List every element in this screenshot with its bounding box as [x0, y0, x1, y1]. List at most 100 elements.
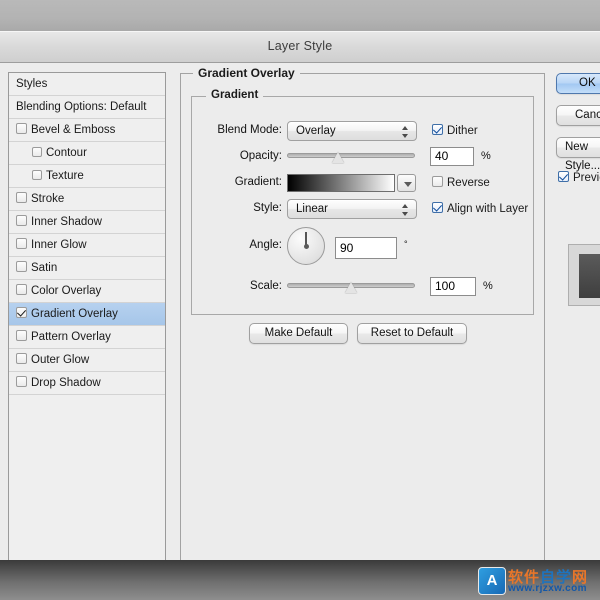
opacity-unit: %: [481, 150, 491, 162]
effect-enable-check-icon[interactable]: [16, 238, 27, 250]
sidebar-item-label: Inner Glow: [31, 239, 87, 251]
align-with-layer-check-icon: [432, 202, 443, 213]
style-preview-thumbnail: [568, 244, 600, 306]
screen: Layer Style Styles Blending Options: Def…: [0, 0, 600, 600]
align-with-layer-label: Align with Layer: [447, 203, 529, 215]
styles-list-filler: [9, 395, 165, 405]
styles-header: Styles: [9, 73, 165, 96]
effect-enable-check-icon[interactable]: [32, 147, 42, 158]
preview-label: Preview: [573, 172, 600, 184]
reverse-checkbox[interactable]: Reverse: [432, 176, 490, 189]
angle-input[interactable]: 90: [335, 237, 397, 259]
gradient-label: Gradient:: [234, 176, 282, 188]
sidebar-item-label: Color Overlay: [31, 285, 102, 297]
effect-enable-check-icon[interactable]: [16, 353, 27, 365]
reset-to-default-button[interactable]: Reset to Default: [357, 323, 467, 344]
opacity-label: Opacity:: [239, 150, 282, 162]
sidebar-item-texture[interactable]: Texture: [9, 165, 165, 188]
gradient-preset-dropdown[interactable]: [397, 174, 416, 192]
ok-button[interactable]: OK: [556, 73, 600, 94]
cancel-button[interactable]: Cancel: [556, 105, 600, 126]
angle-unit: °: [404, 239, 408, 249]
dialog-titlebar[interactable]: Layer Style: [0, 32, 600, 63]
effect-enable-check-icon[interactable]: [16, 376, 27, 388]
watermark-url: www.rjzxw.com: [508, 583, 587, 594]
blend-mode-select[interactable]: Overlay: [287, 121, 417, 141]
styles-list-panel: Styles Blending Options: Default Bevel &…: [8, 72, 166, 580]
dither-checkbox[interactable]: Dither: [432, 124, 478, 137]
gradient-overlay-group: Gradient Overlay Gradient Blend Mode: Ov…: [180, 66, 545, 580]
new-style-button[interactable]: New Style...: [556, 137, 600, 172]
dither-check-icon: [432, 124, 443, 135]
scale-slider[interactable]: [287, 279, 415, 293]
preview-checkbox[interactable]: Preview: [558, 171, 600, 184]
opacity-slider[interactable]: [287, 149, 415, 163]
angle-row: Angle: 90 °: [192, 225, 535, 269]
effect-enable-check-icon[interactable]: [16, 123, 27, 135]
updown-arrows-icon: [402, 126, 409, 138]
desktop-top-strip: [0, 0, 600, 32]
style-row: Style: Linear Align with Layer: [192, 199, 535, 221]
opacity-slider-track: [287, 153, 415, 158]
watermark: A 软件自学网 www.rjzxw.com: [478, 566, 594, 596]
sidebar-item-blending-options[interactable]: Blending Options: Default: [9, 96, 165, 119]
effect-enable-check-icon[interactable]: [16, 307, 27, 319]
angle-dial[interactable]: [287, 227, 325, 265]
blend-mode-value: Overlay: [296, 125, 336, 137]
scale-input[interactable]: 100: [430, 277, 476, 296]
sidebar-item-label: Gradient Overlay: [31, 308, 118, 320]
angle-dial-hub: [303, 243, 309, 249]
sidebar-item-inner-shadow[interactable]: Inner Shadow: [9, 211, 165, 234]
sidebar-item-pattern-overlay[interactable]: Pattern Overlay: [9, 326, 165, 349]
scale-row: Scale: 100 %: [192, 277, 535, 299]
gradient-subgroup-title: Gradient: [206, 89, 264, 101]
sidebar-item-label: Satin: [31, 262, 58, 274]
sidebar-item-gradient-overlay[interactable]: Gradient Overlay: [9, 303, 165, 326]
opacity-slider-thumb[interactable]: [332, 152, 345, 163]
gradient-style-value: Linear: [296, 203, 328, 215]
sidebar-item-label: Stroke: [31, 193, 65, 205]
reverse-label: Reverse: [447, 177, 490, 189]
style-preview-swatch: [579, 254, 600, 298]
sidebar-item-label: Bevel & Emboss: [31, 124, 116, 136]
sidebar-item-label: Outer Glow: [31, 354, 90, 366]
scale-label: Scale:: [250, 280, 282, 292]
updown-arrows-icon: [402, 204, 409, 216]
reverse-check-icon: [432, 176, 443, 187]
gradient-swatch[interactable]: [287, 174, 395, 192]
gradient-subgroup: Gradient Blend Mode: Overlay Dither Opac…: [191, 89, 535, 315]
sidebar-item-outer-glow[interactable]: Outer Glow: [9, 349, 165, 372]
make-default-button[interactable]: Make Default: [249, 323, 348, 344]
sidebar-item-label: Texture: [46, 170, 84, 182]
sidebar-item-color-overlay[interactable]: Color Overlay: [9, 280, 165, 303]
blend-mode-row: Blend Mode: Overlay Dither: [192, 121, 535, 143]
effect-enable-check-icon[interactable]: [16, 330, 27, 342]
effect-enable-check-icon[interactable]: [16, 192, 27, 204]
sidebar-item-satin[interactable]: Satin: [9, 257, 165, 280]
gradient-overlay-title: Gradient Overlay: [193, 66, 300, 80]
sidebar-item-drop-shadow[interactable]: Drop Shadow: [9, 372, 165, 395]
angle-label: Angle:: [249, 239, 282, 251]
dialog-title: Layer Style: [267, 39, 333, 53]
opacity-input[interactable]: 40: [430, 147, 474, 166]
blending-options-label: Blending Options: Default: [16, 101, 147, 113]
style-label: Style:: [253, 202, 282, 214]
sidebar-item-label: Contour: [46, 147, 87, 159]
gradient-style-select[interactable]: Linear: [287, 199, 417, 219]
watermark-logo-icon: A: [478, 567, 506, 595]
effect-enable-check-icon[interactable]: [16, 284, 27, 296]
preview-check-icon: [558, 171, 569, 182]
layer-style-dialog: Layer Style Styles Blending Options: Def…: [0, 31, 600, 580]
scale-slider-thumb[interactable]: [345, 282, 358, 293]
scale-unit: %: [483, 280, 493, 292]
sidebar-item-bevel-emboss[interactable]: Bevel & Emboss: [9, 119, 165, 142]
effect-enable-check-icon[interactable]: [16, 261, 27, 273]
effect-enable-check-icon[interactable]: [16, 215, 27, 227]
sidebar-item-stroke[interactable]: Stroke: [9, 188, 165, 211]
effect-enable-check-icon[interactable]: [32, 170, 42, 181]
sidebar-item-contour[interactable]: Contour: [9, 142, 165, 165]
opacity-row: Opacity: 40 %: [192, 147, 535, 169]
gradient-row: Gradient: Reverse: [192, 173, 535, 195]
align-with-layer-checkbox[interactable]: Align with Layer: [432, 202, 528, 215]
sidebar-item-inner-glow[interactable]: Inner Glow: [9, 234, 165, 257]
